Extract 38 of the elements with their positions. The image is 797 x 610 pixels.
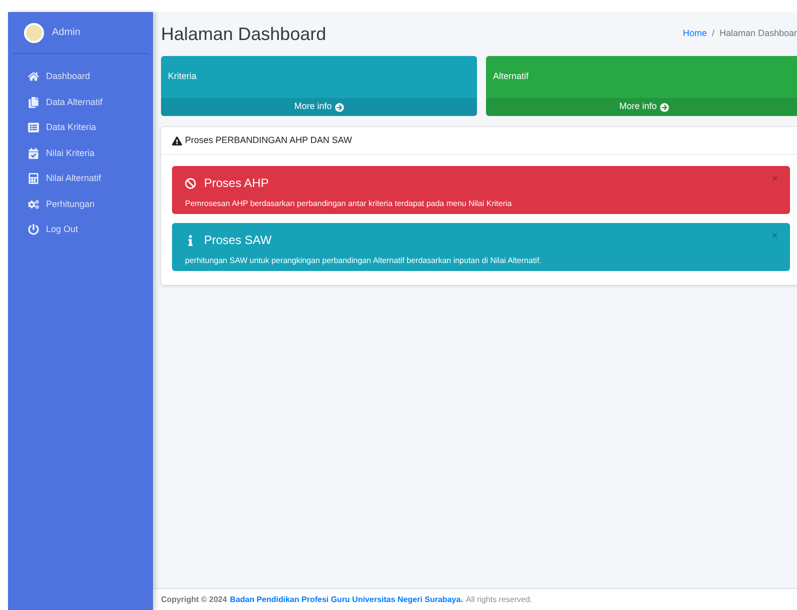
breadcrumb-separator: / <box>712 27 714 40</box>
calendar-icon <box>28 148 39 159</box>
alert-text: Pemrosesan AHP berdasarkan perbandingan antar kriteria terdapat pada menu Nilai Kriteria <box>185 198 513 210</box>
calculator-icon <box>28 173 39 184</box>
breadcrumb-link[interactable]: Home <box>682 27 707 41</box>
user-name: Admin <box>52 26 80 40</box>
box-label: Kriteria <box>167 70 198 83</box>
breadcrumb-current: Halaman Dashboar <box>719 27 797 40</box>
more-info-link[interactable]: More info <box>486 98 797 116</box>
footer-link[interactable]: Badan Pendidikan Profesi Guru Universitas Negeri Surabaya. <box>230 594 463 606</box>
copy-icon <box>28 96 39 108</box>
sidebar-item[interactable]: Nilai Kriteria <box>8 140 153 166</box>
sidebar-item[interactable]: Nilai Alternatif <box>8 166 153 192</box>
close-button[interactable]: × <box>772 231 778 242</box>
page-title: Halaman Dashboard <box>161 22 326 46</box>
list-icon <box>28 122 39 134</box>
copyright-text: Copyright © 2024 <box>161 594 227 606</box>
arrow-icon <box>660 102 669 112</box>
sidebar-item[interactable]: Data Alternatif <box>8 90 153 115</box>
close-button[interactable]: × <box>772 174 778 185</box>
power-icon <box>28 224 39 236</box>
ban-icon <box>185 178 196 188</box>
sidebar-item[interactable]: Log Out <box>8 217 153 242</box>
sidebar-item[interactable]: Data Kriteria <box>8 115 153 140</box>
avatar <box>24 22 44 42</box>
card-title: Proses PERBANDINGAN AHP DAN SAW <box>185 134 352 147</box>
home-icon <box>28 71 39 82</box>
warning-icon <box>172 136 182 146</box>
alert-title: Proses SAW <box>204 232 272 249</box>
arrow-icon <box>334 102 344 112</box>
rights-text: All rights reserved. <box>466 594 532 606</box>
box-label: Alternatif <box>492 70 530 83</box>
alert-text: perhitungan SAW untuk perangkingan perbandingan Alternatif berdasarkan inputan di Nilai Alternatif. <box>185 255 542 267</box>
gears-icon <box>28 198 39 210</box>
alert-title: Proses AHP <box>204 175 269 192</box>
sidebar-item[interactable]: Dashboard <box>8 64 153 90</box>
sidebar-item[interactable]: Perhitungan <box>8 192 153 217</box>
more-info-link[interactable]: More info <box>161 98 477 116</box>
